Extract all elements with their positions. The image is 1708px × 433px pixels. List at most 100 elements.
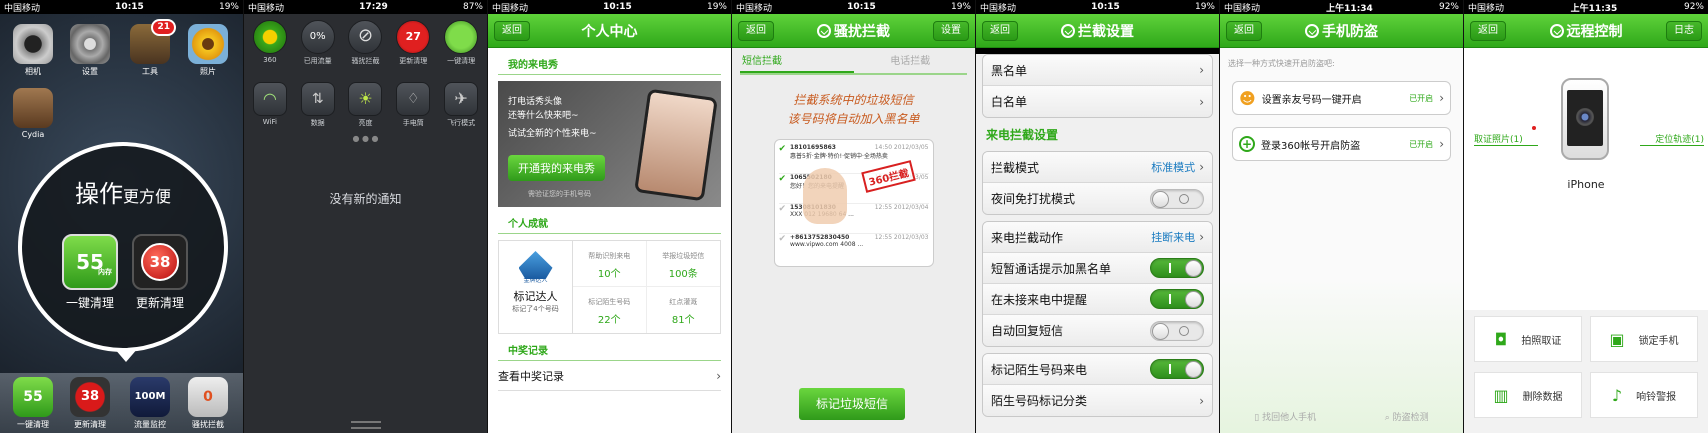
delete-data-button[interactable]: ▥ 删除数据 bbox=[1474, 372, 1582, 418]
status-bar: 中国移动 上午11:35 92% bbox=[1464, 0, 1708, 14]
grabber-handle[interactable] bbox=[351, 421, 381, 429]
page-dots: ● ● ● bbox=[352, 134, 379, 143]
device-name: iPhone bbox=[1567, 178, 1605, 191]
short-call-toggle[interactable] bbox=[1150, 258, 1204, 278]
block-action-row[interactable]: 来电拦截动作 挂断来电 › bbox=[983, 222, 1212, 253]
page-title: 拦截设置 bbox=[1078, 23, 1134, 40]
page-title: 远程控制 bbox=[1566, 23, 1623, 40]
app-photos[interactable]: 照片 bbox=[188, 24, 228, 77]
notification-center-screen: 中国移动 17:29 87% 360 0% 已用流量 ⊘ 骚扰拦截 27 更新清理 一… bbox=[244, 0, 488, 433]
360-logo-icon bbox=[1061, 23, 1075, 38]
section-header: 个人成就 bbox=[498, 207, 721, 234]
check-icon: ✔ bbox=[778, 174, 787, 184]
app-camera[interactable]: 相机 bbox=[13, 24, 53, 77]
airplane-icon: ✈ bbox=[444, 82, 479, 116]
tab-call-block[interactable]: 电话拦截 bbox=[854, 48, 968, 73]
widget-360[interactable]: 360 bbox=[248, 20, 292, 66]
block-settings-screen: 中国移动 10:15 19% 返回 拦截设置 黑名单 › 白名单 › 来电拦截设置 … bbox=[976, 0, 1220, 433]
dock-update-clean[interactable]: 38 更新清理 bbox=[70, 377, 110, 430]
missed-call-toggle[interactable] bbox=[1150, 289, 1204, 309]
nav-bar: 返回 远程控制 日志 bbox=[1464, 14, 1708, 48]
phone-icon: ▯ bbox=[1254, 413, 1260, 423]
prize-records-row[interactable]: 查看中奖记录 › bbox=[498, 361, 721, 391]
toggle-flashlight[interactable]: ♢ 手电筒 bbox=[391, 82, 435, 128]
update-clean-icon: 27 bbox=[396, 20, 431, 54]
toggle-wifi[interactable]: ◠ WiFi bbox=[248, 82, 292, 128]
nav-bar: 返回 拦截设置 bbox=[976, 14, 1219, 48]
settings-button[interactable]: 设置 bbox=[933, 21, 969, 41]
360-logo-icon bbox=[817, 23, 831, 38]
mark-unknown-row: 标记陌生号码来电 bbox=[983, 354, 1212, 385]
auto-reply-toggle[interactable] bbox=[1150, 320, 1204, 341]
app-tools-folder[interactable]: 21 工具 bbox=[130, 19, 176, 77]
app-cydia[interactable]: Cydia bbox=[13, 88, 53, 139]
take-photo-button[interactable]: ◘ 拍照取证 bbox=[1474, 316, 1582, 362]
nav-bar: 返回 手机防盗 bbox=[1220, 14, 1463, 48]
evidence-photos-link[interactable]: 取证照片(1) bbox=[1474, 132, 1538, 146]
block-settings-content: 黑名单 › 白名单 › 来电拦截设置 拦截模式 标准模式 › 夜间免打扰模式 来电拦截动… bbox=[976, 54, 1219, 433]
block-mode-row[interactable]: 拦截模式 标准模式 › bbox=[983, 152, 1212, 183]
section-header: 中奖记录 bbox=[498, 334, 721, 361]
footer-links: ▯ 找回他人手机 ⌕ 防盗检测 bbox=[1220, 410, 1463, 423]
dock-clean[interactable]: 55 一键清理 bbox=[13, 377, 53, 430]
clean-icon: 55 bbox=[13, 377, 53, 417]
chevron-right-icon: › bbox=[1199, 63, 1204, 77]
whitelist-row[interactable]: 白名单 › bbox=[983, 86, 1212, 117]
battery: 19% bbox=[218, 2, 239, 12]
bubble-update-item: 38 更新清理 bbox=[130, 234, 190, 311]
clock: 10:15 bbox=[115, 2, 144, 12]
widget-one-key-clean[interactable]: 一键清理 bbox=[439, 20, 483, 66]
back-button[interactable]: 返回 bbox=[1470, 21, 1506, 41]
dock-harass-block[interactable]: 0 骚扰拦截 bbox=[188, 377, 228, 430]
enable-caller-show-button[interactable]: 开通我的来电秀 bbox=[508, 155, 605, 181]
wifi-icon: ◠ bbox=[252, 82, 287, 116]
section-header: 我的来电秀 bbox=[498, 48, 721, 75]
chevron-right-icon: › bbox=[1199, 393, 1204, 408]
dock-traffic-monitor[interactable]: 100M 流量监控 bbox=[130, 377, 170, 430]
toggle-data[interactable]: ⇅ 数据 bbox=[296, 82, 340, 128]
carrier: 中国移动 bbox=[4, 3, 41, 14]
mark-unknown-toggle[interactable] bbox=[1150, 359, 1204, 379]
toggle-airplane[interactable]: ✈ 飞行模式 bbox=[439, 82, 483, 128]
app-settings[interactable]: 设置 bbox=[70, 24, 110, 77]
status-bar: 中国移动 上午11:34 92% bbox=[1220, 0, 1463, 14]
app-label: 设置 bbox=[82, 67, 98, 76]
log-button[interactable]: 日志 bbox=[1666, 21, 1702, 41]
back-button[interactable]: 返回 bbox=[738, 21, 774, 41]
option-contacts-row[interactable]: ☻ 设置亲友号码一键开启 已开启 › bbox=[1232, 81, 1451, 115]
remote-control-screen: 中国移动 上午11:35 92% 返回 远程控制 日志 iPhone 取证照片(… bbox=[1464, 0, 1708, 433]
update-clean-icon: 38 bbox=[70, 377, 110, 417]
widget-data-usage[interactable]: 0% 已用流量 bbox=[296, 20, 340, 66]
back-button[interactable]: 返回 bbox=[1226, 21, 1262, 41]
mark-spam-button[interactable]: 标记垃圾短信 bbox=[799, 388, 905, 420]
chevron-right-icon: › bbox=[1199, 230, 1204, 244]
widget-harass-block[interactable]: ⊘ 骚扰拦截 bbox=[343, 20, 387, 66]
chevron-right-icon: › bbox=[1199, 94, 1204, 109]
ring-alarm-button[interactable]: ♪ 响铃警报 bbox=[1590, 372, 1698, 418]
location-track-link[interactable]: 定位轨迹(1) bbox=[1640, 132, 1704, 146]
data-usage-icon: 0% bbox=[300, 20, 335, 54]
toggle-brightness[interactable]: ☀ 亮度 bbox=[343, 82, 387, 128]
night-mode-toggle[interactable] bbox=[1150, 188, 1204, 209]
sms-item[interactable]: ✔1530810183012:55 2012/03/04XXX 012 1968… bbox=[778, 204, 929, 234]
tab-sms-block[interactable]: 短信拦截 bbox=[740, 48, 854, 73]
block-icon: 0 bbox=[188, 377, 228, 417]
sunflower-icon bbox=[188, 24, 228, 64]
trophy-icon bbox=[518, 251, 553, 279]
back-button[interactable]: 返回 bbox=[494, 21, 530, 41]
springboard: 相机 设置 21 工具 照片 Cydia 操作更方便 55 内存 一键清理 38… bbox=[0, 14, 243, 433]
status-bar: 中国移动 10:15 19% bbox=[732, 0, 975, 14]
back-button[interactable]: 返回 bbox=[982, 21, 1018, 41]
theft-check-link[interactable]: ⌕ 防盗检测 bbox=[1385, 410, 1429, 423]
option-login-row[interactable]: + 登录360帐号开启防盗 已开启 › bbox=[1232, 127, 1451, 161]
sms-item[interactable]: ✔ +8613752830450 12:55 2012/03/03 www.vipwo… bbox=[779, 234, 929, 264]
harass-block-screen: 中国移动 10:15 19% 返回 骚扰拦截 设置 短信拦截 电话拦截 拦截系统… bbox=[732, 0, 976, 433]
cydia-icon bbox=[13, 88, 53, 128]
list-group-actions: 来电拦截动作 挂断来电 › 短暂通话提示加黑名单 在未接来电中提醒 自动回复短信 bbox=[982, 221, 1213, 347]
lock-phone-button[interactable]: ▣ 锁定手机 bbox=[1590, 316, 1698, 362]
find-phone-link[interactable]: ▯ 找回他人手机 bbox=[1254, 410, 1316, 423]
blacklist-row[interactable]: 黑名单 › bbox=[983, 55, 1212, 86]
widget-update-clean[interactable]: 27 更新清理 bbox=[391, 20, 435, 66]
unknown-classify-row[interactable]: 陌生号码标记分类 › bbox=[983, 385, 1212, 416]
dock: 55 一键清理 38 更新清理 100M 流量监控 0 骚扰拦截 bbox=[0, 373, 243, 433]
